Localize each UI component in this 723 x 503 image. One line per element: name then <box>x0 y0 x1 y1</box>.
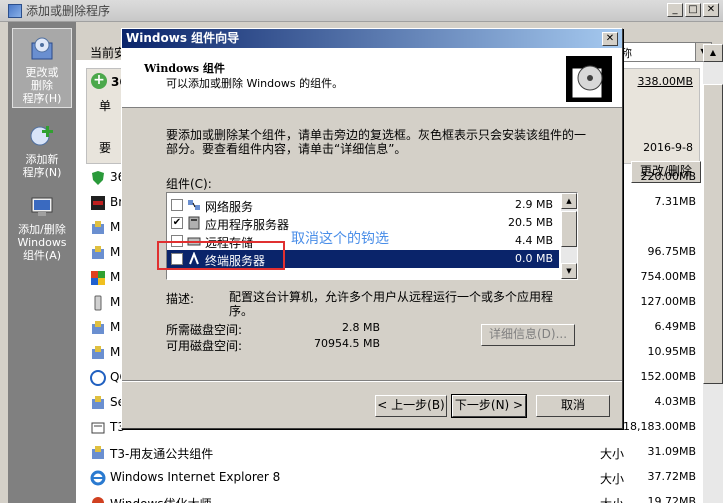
component-item-network[interactable]: 网络服务 2.9 MB <box>167 196 559 214</box>
add-program-icon <box>30 126 53 146</box>
internet-explorer-icon <box>90 470 106 486</box>
installer-icon <box>92 221 104 234</box>
next-button[interactable]: 下一步(N) > <box>451 394 527 418</box>
maximize-button[interactable]: □ <box>685 3 701 17</box>
description-text: 配置这台计算机，允许多个用户从远程运行一个或多个应用程序。 <box>229 290 554 318</box>
dialog-header-title: Windows 组件 <box>144 62 225 75</box>
details-button[interactable]: 详细信息(D)... <box>481 324 575 346</box>
description-label: 描述: <box>166 292 195 306</box>
annotation-highlight-box <box>157 241 285 270</box>
program-icon <box>91 196 105 210</box>
office-icon <box>91 271 105 285</box>
installer-icon <box>92 396 104 409</box>
window-title: 添加或删除程序 <box>26 4 111 18</box>
scroll-up-icon[interactable]: ▲ <box>561 193 577 209</box>
disk-required-label: 所需磁盘空间: <box>166 323 243 337</box>
program-list-scrollbar[interactable]: ▲ <box>703 44 723 503</box>
app-icon <box>8 3 22 18</box>
network-icon <box>188 200 200 210</box>
disk-available-value: 70954.5 MB <box>313 337 380 350</box>
scroll-up-icon[interactable]: ▲ <box>703 44 723 62</box>
sidebar-item-change-remove[interactable]: 更改或 删除 程序(H) <box>12 28 72 108</box>
scroll-down-icon[interactable]: ▼ <box>561 263 577 279</box>
shield-icon <box>92 171 104 185</box>
dialog-instructions: 要添加或删除某个组件，请单击旁边的复选框。灰色框表示只会安装该组件的一部分。要查… <box>166 128 587 156</box>
sidebar-item-windows-components[interactable]: 添加/删除 Windows 组件(A) <box>12 186 72 264</box>
dialog-header: Windows 组件 可以添加或删除 Windows 的组件。 <box>122 48 622 108</box>
installer-icon <box>92 346 104 359</box>
program-icon <box>91 422 105 434</box>
qq-icon <box>90 370 106 386</box>
sidebar: 更改或 删除 程序(H) 添加新 程序(N) 添加/删除 Windows 组件(… <box>8 22 76 503</box>
annotation-text: 取消这个的钩选 <box>291 231 389 247</box>
components-scrollbar[interactable]: ▲ ▼ <box>561 193 577 279</box>
window-titlebar: 添加或删除程序 _ □ ✕ <box>0 0 723 22</box>
windows-components-icon <box>31 197 53 216</box>
dialog-header-subtitle: 可以添加或删除 Windows 的组件。 <box>166 77 344 90</box>
sidebar-item-add-new[interactable]: 添加新 程序(N) <box>12 116 72 179</box>
scroll-thumb[interactable] <box>703 84 723 384</box>
component-checkbox[interactable]: ✔ <box>171 217 183 229</box>
device-icon <box>94 295 102 311</box>
minimize-button[interactable]: _ <box>667 3 683 17</box>
installer-icon <box>92 446 104 459</box>
sort-select[interactable]: 称 ▼ <box>616 42 712 62</box>
scroll-thumb[interactable] <box>561 211 577 247</box>
installer-icon <box>92 321 104 334</box>
program-last-used: 2016-9-8 <box>643 141 693 154</box>
disk-available-label: 可用磁盘空间: <box>166 339 243 353</box>
dialog-title: Windows 组件向导 <box>122 29 622 48</box>
installer-icon <box>92 246 104 259</box>
cd-box-icon <box>566 56 612 102</box>
list-item[interactable]: Windows Internet Explorer 8 大小 37.72MB <box>86 465 700 490</box>
disk-required-value: 2.8 MB <box>341 321 380 334</box>
dialog-close-button[interactable]: ✕ <box>602 32 618 46</box>
cancel-button[interactable]: 取消 <box>536 395 610 417</box>
server-icon <box>188 216 200 230</box>
cd-box-icon <box>31 37 53 60</box>
close-button[interactable]: ✕ <box>703 3 719 17</box>
dialog-divider <box>122 380 622 382</box>
window-frame <box>0 22 8 503</box>
list-item[interactable]: T3-用友通公共组件 大小 31.09MB <box>86 440 700 465</box>
back-button[interactable]: < 上一步(B) <box>375 395 447 417</box>
list-item[interactable]: Windows优化大师 大小 19.72MB <box>86 490 700 503</box>
components-label: 组件(C): <box>166 177 212 191</box>
program-size: 338.00MB <box>637 75 693 88</box>
program-icon: + <box>91 73 107 89</box>
optimizer-icon <box>92 497 104 503</box>
component-checkbox[interactable] <box>171 199 183 211</box>
